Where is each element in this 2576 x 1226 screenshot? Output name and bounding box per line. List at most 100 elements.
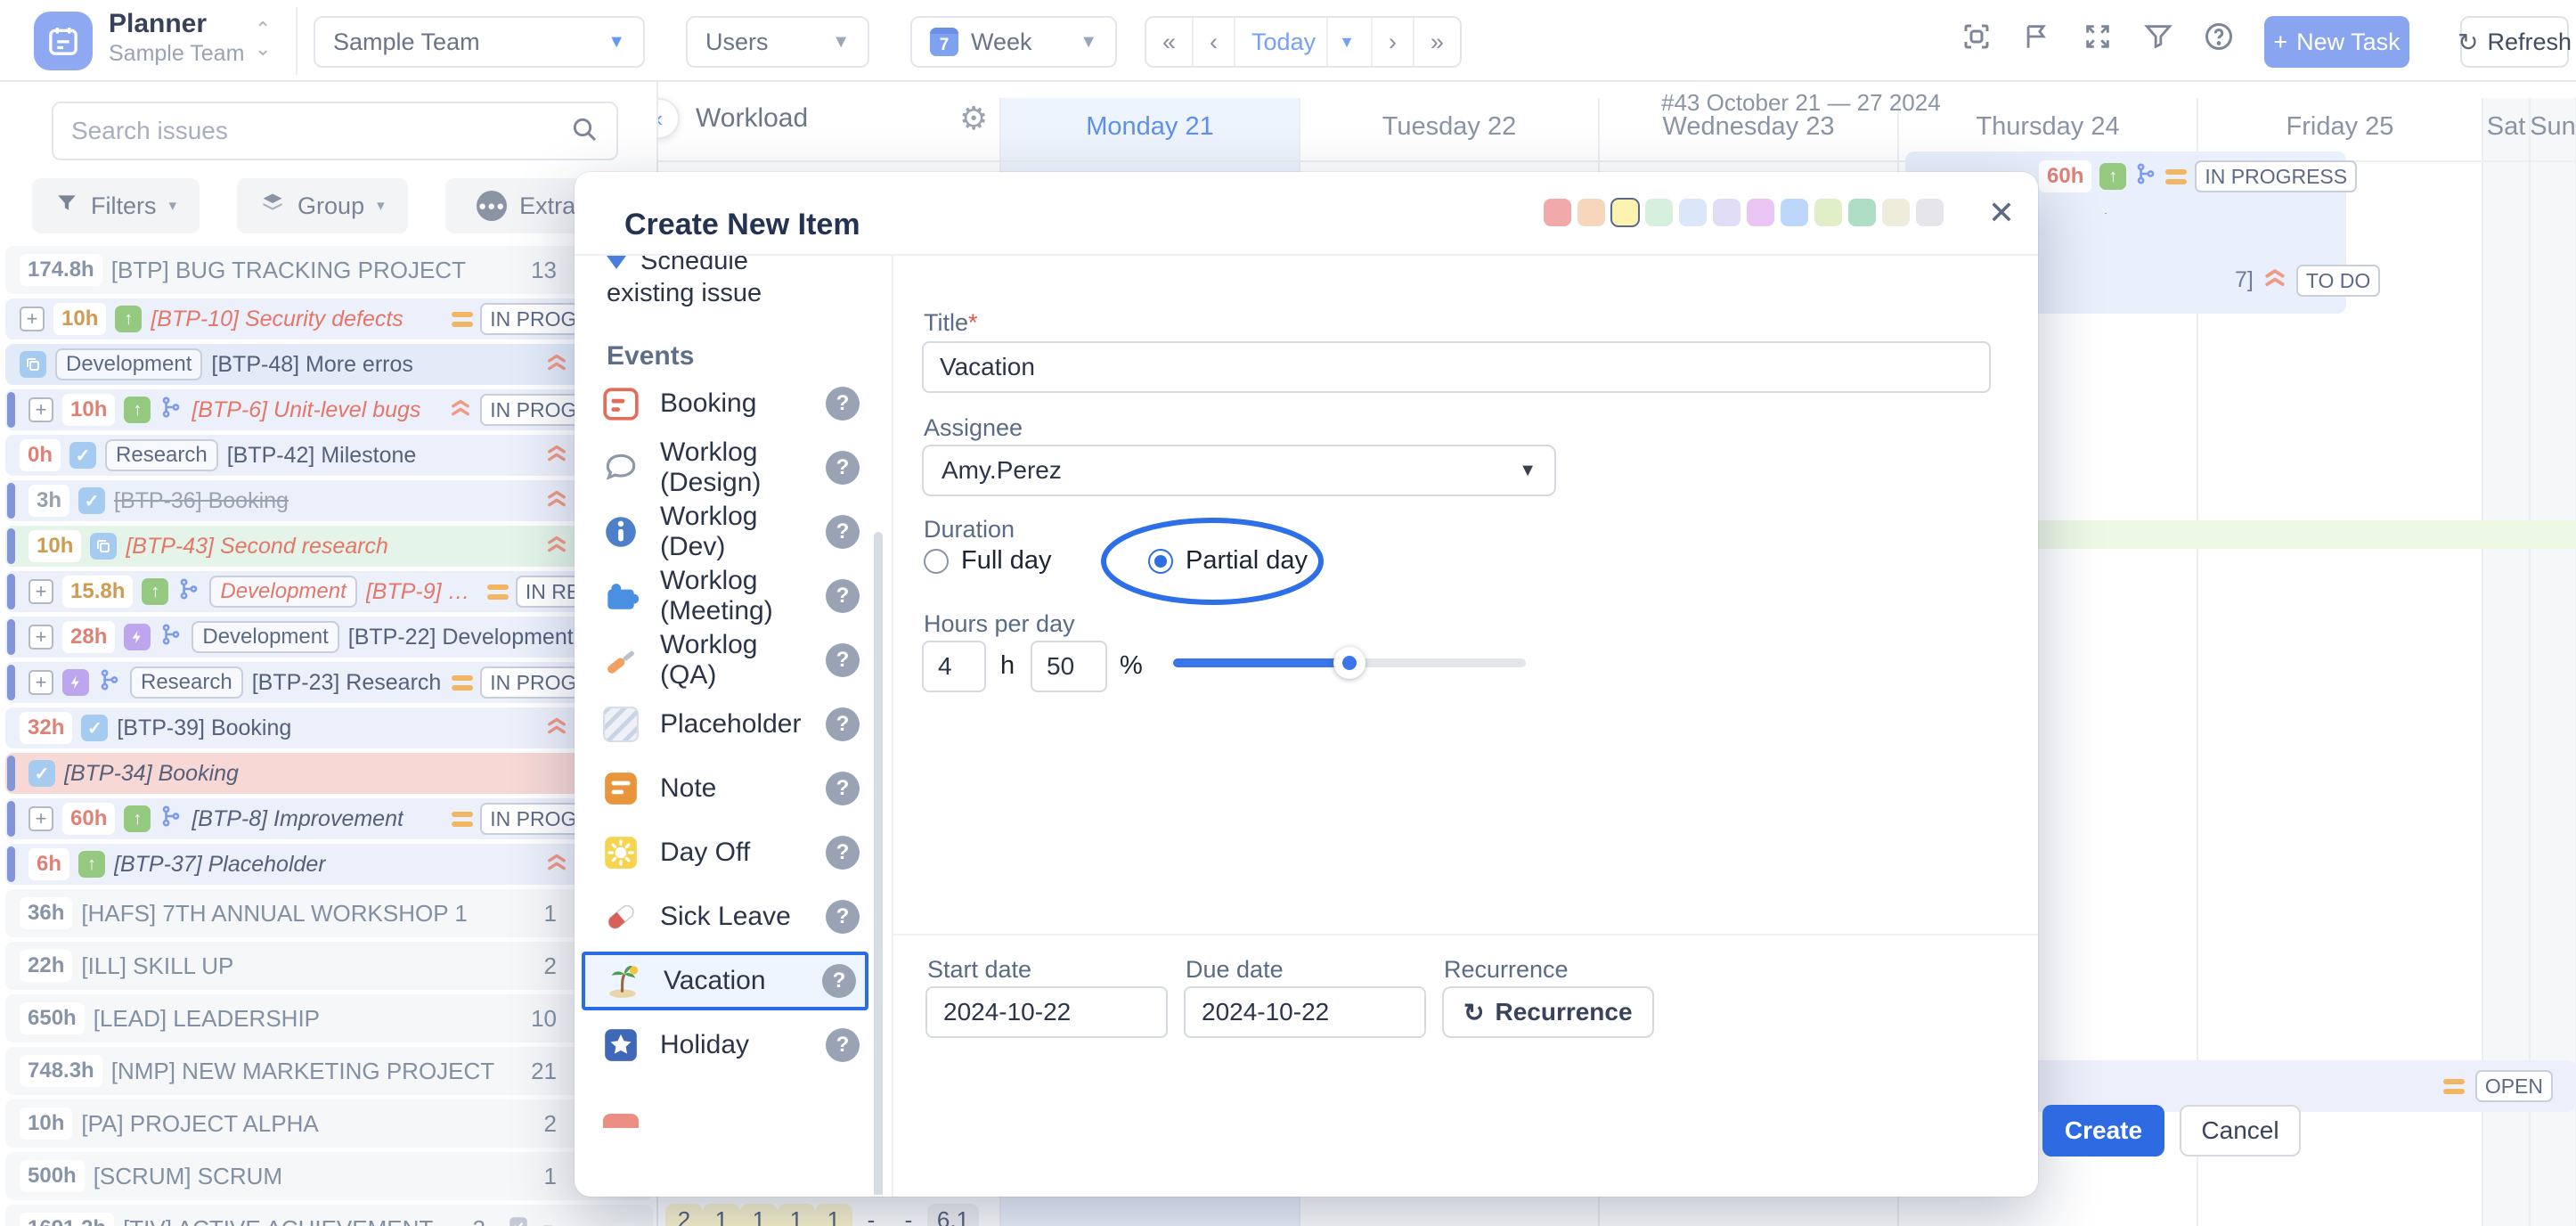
assignee-select[interactable]: Amy.Perez▼ <box>922 445 1556 496</box>
issue-row[interactable]: 3h✓[BTP-36] Booking <box>5 480 653 521</box>
expand-icon[interactable]: + <box>20 306 45 331</box>
flag-icon[interactable] <box>2020 20 2054 53</box>
issue-row[interactable]: 32h✓[BTP-39] Booking <box>5 707 653 748</box>
event-type-note[interactable]: Note? <box>582 756 868 821</box>
title-input[interactable] <box>922 341 1991 393</box>
caret-down-icon[interactable] <box>539 1215 557 1226</box>
search-input[interactable] <box>71 117 570 145</box>
search-icon[interactable] <box>570 115 599 148</box>
expand-icon[interactable]: + <box>29 579 53 604</box>
color-swatch[interactable] <box>1814 199 1842 226</box>
help-icon[interactable]: ? <box>826 836 860 870</box>
color-swatch[interactable] <box>1713 199 1740 226</box>
filters-button[interactable]: Filters▾ <box>32 178 200 233</box>
help-icon[interactable]: ? <box>826 451 860 485</box>
refresh-button[interactable]: ↻ Refresh <box>2460 16 2569 68</box>
event-type-dayoff[interactable]: Day Off? <box>582 821 868 885</box>
percent-slider[interactable] <box>1173 658 1526 667</box>
help-icon[interactable]: ? <box>826 387 860 421</box>
color-swatch[interactable] <box>1645 199 1673 226</box>
color-swatch[interactable] <box>1781 199 1808 226</box>
day-header[interactable]: Thursday 24 <box>1898 112 2197 142</box>
prev-button[interactable]: ‹ <box>1194 18 1235 66</box>
project-row[interactable]: 36h[HAFS] 7TH ANNUAL WORKSHOP 11 <box>5 889 653 937</box>
close-icon[interactable]: ✕ <box>1984 195 2019 231</box>
schedule-existing-issue-item[interactable]: Schedule existing issue <box>607 256 829 309</box>
next-button[interactable]: › <box>1373 18 1414 66</box>
full-day-radio[interactable]: Full day <box>924 546 1052 576</box>
period-selector[interactable]: 7 Week▼ <box>910 16 1117 68</box>
issue-row[interactable]: +10h↑[BTP-10] Security defectsIN PROGRES… <box>5 298 653 339</box>
checkbox-icon[interactable] <box>507 1214 530 1226</box>
color-swatch[interactable] <box>1611 199 1639 226</box>
expand-icon[interactable]: + <box>29 806 53 831</box>
today-button[interactable]: Today▼ <box>1235 18 1373 66</box>
group-button[interactable]: Group▾ <box>237 178 408 233</box>
color-swatch[interactable] <box>1848 199 1876 226</box>
new-task-button[interactable]: + New Task <box>2264 16 2409 68</box>
event-type-vacation-selected[interactable]: Vacation? <box>582 952 868 1010</box>
event-type-holiday[interactable]: Holiday? <box>582 1013 868 1077</box>
expand-icon[interactable]: + <box>29 397 53 422</box>
cancel-button[interactable]: Cancel <box>2180 1105 2301 1157</box>
help-icon[interactable]: ? <box>826 643 860 677</box>
issue-row[interactable]: Development[BTP-48] More erros <box>5 344 653 385</box>
project-row[interactable]: 174.8h[BTP] BUG TRACKING PROJECT13 <box>5 246 653 294</box>
color-swatch[interactable] <box>1882 199 1910 226</box>
issue-row[interactable]: +60h↑[BTP-8] ImprovementIN PROGRESS <box>5 798 653 839</box>
slider-handle[interactable] <box>1333 647 1365 679</box>
expand-icon[interactable]: + <box>29 625 53 650</box>
today-dropdown-icon[interactable]: ▼ <box>1326 16 1355 68</box>
event-type-design[interactable]: Worklog (Design)? <box>582 436 868 500</box>
issue-row[interactable]: +28hDevelopment[BTP-22] Development <box>5 617 653 658</box>
day-header[interactable]: Wednesday 23 <box>1599 112 1898 142</box>
help-icon[interactable]: ? <box>826 707 860 741</box>
project-row[interactable]: 500h[SCRUM] SCRUM1 <box>5 1152 653 1200</box>
project-row[interactable]: 748.3h[NMP] NEW MARKETING PROJECT21 <box>5 1047 653 1095</box>
day-header[interactable]: Friday 25 <box>2197 112 2482 142</box>
help-icon[interactable]: ? <box>826 1028 860 1062</box>
day-header[interactable]: Tuesday 22 <box>1300 112 1599 142</box>
help-icon[interactable]: ? <box>826 579 860 613</box>
create-button[interactable]: Create <box>2042 1105 2164 1157</box>
due-date-input[interactable] <box>1184 986 1426 1038</box>
search-box[interactable] <box>52 102 618 160</box>
planner-logo[interactable] <box>34 12 93 70</box>
help-icon[interactable]: ? <box>826 772 860 805</box>
event-type-placeholder[interactable]: Placeholder? <box>582 692 868 756</box>
filter-funnel-icon[interactable] <box>2141 20 2175 53</box>
color-swatch[interactable] <box>1679 199 1707 226</box>
project-row[interactable]: 22h[ILL] SKILL UP2 <box>5 942 653 990</box>
help-icon[interactable] <box>2202 20 2236 53</box>
help-icon[interactable]: ? <box>822 964 856 998</box>
issue-row[interactable]: +10h↑[BTP-6] Unit-level bugsIN PROGRESS <box>5 389 653 430</box>
event-type-qa[interactable]: Worklog (QA)? <box>582 628 868 692</box>
issue-row[interactable]: 6h↑[BTP-37] Placeholder <box>5 844 653 885</box>
event-type-meeting[interactable]: Worklog (Meeting)? <box>582 564 868 628</box>
switch-team-icon[interactable]: ⌃⌄ <box>255 20 271 59</box>
expand-icon[interactable]: + <box>29 670 53 695</box>
issue-row[interactable]: +15.8h↑Development[BTP-9] Syntax er...IN… <box>5 571 653 612</box>
start-date-input[interactable] <box>925 986 1168 1038</box>
event-type-sick[interactable]: Sick Leave? <box>582 885 868 949</box>
event-type-partial[interactable] <box>582 1077 868 1141</box>
percent-input[interactable] <box>1031 641 1107 692</box>
issue-row[interactable]: 0h✓Research[BTP-42] Milestone <box>5 435 653 476</box>
issue-row[interactable]: ✓[BTP-34] Booking <box>5 753 653 794</box>
issue-row[interactable]: +Research[BTP-23] ResearchIN PROGRESS <box>5 662 653 703</box>
hours-input[interactable] <box>922 641 986 692</box>
jump-back-button[interactable]: « <box>1146 18 1194 66</box>
color-swatch[interactable] <box>1747 199 1774 226</box>
issue-row[interactable]: 10h[BTP-43] Second research <box>5 526 653 567</box>
project-row[interactable]: 1691.2h[TIV] ACTIVE ACHIEVEMENT2 <box>5 1205 653 1226</box>
help-icon[interactable]: ? <box>826 515 860 549</box>
day-header-active[interactable]: Monday 21 <box>1000 112 1300 142</box>
event-type-booking[interactable]: Booking? <box>582 372 868 436</box>
project-row[interactable]: 650h[LEAD] LEADERSHIP10 <box>5 994 653 1042</box>
help-icon[interactable]: ? <box>826 900 860 934</box>
scrollbar-thumb[interactable] <box>874 532 883 1195</box>
color-swatch[interactable] <box>1544 199 1571 226</box>
partial-day-radio[interactable]: Partial day <box>1148 546 1308 576</box>
fullscreen-icon[interactable] <box>2081 20 2115 53</box>
capture-screenshot-icon[interactable] <box>1960 20 1993 53</box>
